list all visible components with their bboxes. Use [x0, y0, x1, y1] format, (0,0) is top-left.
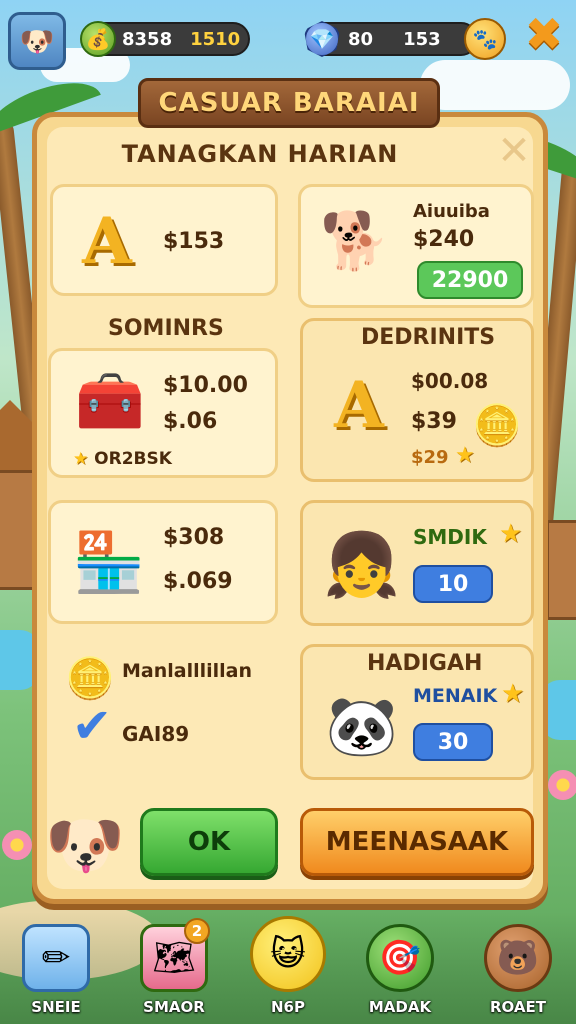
reward-card-4[interactable]: DEDRINITS A $00.08 $39 🪙 $29 ★: [300, 318, 534, 482]
coins-gold-value: 1510: [190, 28, 241, 50]
nav-item-madak[interactable]: 🎯 MADAK: [350, 924, 450, 1016]
gems-secondary-value: 153: [403, 28, 441, 50]
pencil-icon: ✏: [22, 924, 90, 992]
reward-card-8[interactable]: HADIGAH 🐼 MENAIK ★ 30: [300, 644, 534, 780]
card-6-chip-value: 10: [437, 571, 469, 597]
nav-item-smaor[interactable]: 🗺 2 SMAOR: [124, 918, 224, 1016]
shop-stall-icon: 🏪: [72, 527, 146, 596]
nav-label: ROAET: [490, 998, 546, 1016]
card-2-price: $240: [413, 227, 475, 252]
card-7-title: Manlalllillan: [122, 660, 253, 682]
top-bar: 🐶 💰 8358 1510 💎 80 153 🐾 ✖: [8, 8, 568, 70]
star-icon: ★: [499, 519, 523, 549]
card-8-sublabel: MENAIK: [413, 685, 498, 707]
close-icon[interactable]: ✖: [522, 11, 566, 58]
card-6-chip[interactable]: 10: [413, 565, 493, 603]
reward-card-7[interactable]: 🪙 Manlalllillan ✔ GAI89: [48, 640, 278, 770]
card-8-chip-value: 30: [437, 729, 469, 755]
card-1-price: $153: [163, 229, 225, 254]
coin-bag-icon: 💰: [80, 21, 116, 57]
gems-counter[interactable]: 💎 80 153: [304, 21, 478, 57]
card-5-price-1: $308: [163, 525, 225, 550]
panel-close-icon[interactable]: ✕: [494, 131, 534, 172]
ok-button[interactable]: OK: [140, 808, 278, 876]
ok-button-label: OK: [187, 827, 231, 857]
reward-card-3[interactable]: 🧰 $10.00 $.06 ★ OR2BSK: [48, 348, 278, 478]
shield-gem-icon: 💎: [304, 21, 340, 57]
player-avatar[interactable]: 🐶: [8, 12, 66, 70]
nav-label: SNEIE: [31, 998, 81, 1016]
secondary-button-label: MEENASAAK: [325, 827, 509, 857]
puppy-mascot-icon: 🐶: [45, 808, 125, 883]
card-5-price-2: $.069: [163, 569, 233, 594]
card-3-code: ★ OR2BSK: [73, 449, 172, 469]
section-label-left: SOMINRS: [108, 316, 224, 341]
card-4-price-3: $29: [411, 447, 449, 468]
panda-dog-icon: 🐼: [325, 691, 399, 760]
card-7-code: GAI89: [122, 722, 190, 746]
bear-icon: 🐻: [484, 924, 552, 992]
card-3-code-text: OR2BSK: [94, 449, 172, 469]
star-icon: ★: [73, 449, 89, 469]
card-6-label: SMDIK: [413, 525, 487, 549]
hut: [546, 520, 576, 620]
coins-counter[interactable]: 💰 8358 1510: [80, 21, 250, 57]
dog-icon: 🐕: [320, 209, 390, 274]
card-2-name: Aiuuiba: [413, 201, 490, 222]
notification-badge: 2: [184, 918, 210, 944]
nav-label: SMAOR: [143, 998, 205, 1016]
nav-item-roaet[interactable]: 🐻 ROAET: [468, 924, 568, 1016]
reward-card-6[interactable]: 👧 SMDIK ★ 10: [300, 500, 534, 626]
girl-character-icon: 👧: [323, 528, 401, 601]
face-icon: 😺: [250, 916, 326, 992]
star-icon: ★: [455, 443, 475, 468]
nav-item-sneie[interactable]: ✏ SNEIE: [6, 924, 106, 1016]
checkmark-icon: ✔: [71, 698, 113, 754]
gold-coin-icon: 🪙: [472, 402, 522, 449]
title-banner: CASUAR BARAIAI: [138, 78, 440, 128]
coins-value: 8358: [122, 28, 173, 50]
reward-card-2[interactable]: 🐕 Aiuuiba $240 22900: [298, 184, 534, 308]
flower: [548, 770, 576, 800]
cannon-icon: 🎯: [366, 924, 434, 992]
letter-a-icon: A: [82, 203, 132, 279]
reward-card-5[interactable]: 🏪 $308 $.069: [48, 500, 278, 624]
card-3-price-2: $.06: [163, 409, 218, 434]
card-4-price-2: $39: [411, 409, 457, 434]
paw-orb-icon[interactable]: 🐾: [464, 18, 506, 60]
card-8-chip[interactable]: 30: [413, 723, 493, 761]
nav-label: MADAK: [368, 998, 432, 1016]
bottom-nav: ✏ SNEIE 🗺 2 SMAOR 😺 N6P 🎯 MADAK 🐻 ROAET: [0, 912, 576, 1024]
letter-a-icon: A: [334, 367, 384, 443]
card-3-price-1: $10.00: [163, 373, 248, 398]
nav-label: N6P: [271, 998, 305, 1016]
flower: [2, 830, 32, 860]
card-4-price-1: $00.08: [411, 369, 489, 393]
gems-value: 80: [348, 28, 374, 50]
card-2-chip-value: 22900: [431, 267, 509, 293]
secondary-action-button[interactable]: MEENASAAK: [300, 808, 534, 876]
card-8-label: HADIGAH: [367, 651, 483, 676]
star-icon: ★: [501, 679, 525, 709]
dog-face-icon: 🐶: [19, 24, 55, 58]
nav-item-n6p[interactable]: 😺 N6P: [238, 916, 338, 1016]
card-4-label: DEDRINITS: [361, 325, 496, 350]
treasure-chest-icon: 🧰: [75, 369, 145, 434]
card-2-chip[interactable]: 22900: [417, 261, 523, 299]
panel-title: TANAGKAN HARIAN: [121, 140, 399, 168]
reward-card-1[interactable]: A $153: [50, 184, 278, 296]
